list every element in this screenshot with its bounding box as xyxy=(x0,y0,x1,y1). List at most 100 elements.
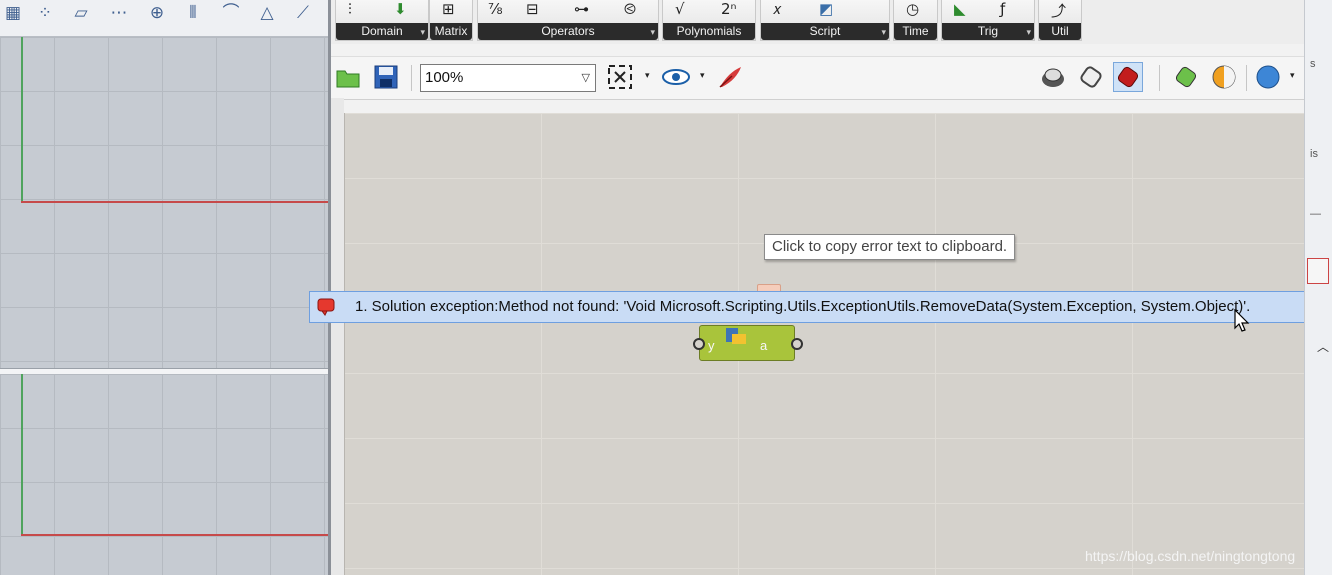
function-icon: ƒ xyxy=(1000,0,1006,18)
curve-icon[interactable]: ⌒ xyxy=(220,2,242,24)
tab-group-matrix[interactable]: ⊞ Matrix xyxy=(429,0,473,41)
plane-icon[interactable]: ⏥ xyxy=(70,2,92,24)
panel-text-fragment: s xyxy=(1310,58,1316,70)
curve-util-icon: ⤴ xyxy=(1051,2,1067,20)
copy-error-tooltip: Click to copy error text to clipboard. xyxy=(764,234,1016,260)
grid-icon[interactable]: ▦ xyxy=(2,2,24,24)
preview-mode-shaded-button[interactable] xyxy=(1076,62,1106,92)
clock-icon: ◷ xyxy=(906,0,920,18)
floppy-disk-icon xyxy=(374,65,398,89)
tab-group-util[interactable]: ⤴ Util xyxy=(1038,0,1082,41)
point-cloud-icon[interactable]: ⁘ xyxy=(34,2,56,24)
mouse-cursor-icon xyxy=(1234,309,1250,332)
divide-icon: ⅞ xyxy=(488,0,503,18)
python-icon: ◩ xyxy=(819,0,834,18)
grasshopper-canvas[interactable]: y a xyxy=(344,113,1305,575)
gate-icon: ⊶ xyxy=(574,0,589,18)
python-script-component[interactable]: y a xyxy=(693,325,803,361)
preview-mode-selected-button[interactable] xyxy=(1113,62,1143,92)
input-grip[interactable] xyxy=(693,338,705,350)
tab-group-label: Polynomials xyxy=(663,23,755,40)
gumball-icon[interactable]: ⊕ xyxy=(146,2,168,24)
blend-icon[interactable]: ⟋ xyxy=(292,2,314,24)
document-preview-button[interactable] xyxy=(1209,62,1239,92)
wireframe-preview-icon xyxy=(1042,68,1064,87)
red-solid-icon xyxy=(1117,66,1139,88)
open-file-button[interactable] xyxy=(333,62,363,92)
preview-button[interactable] xyxy=(661,62,691,92)
component-tab-bar: ⫶ ⬇ Domain ▾ ⊞ Matrix ⅞ ⊟ ⊶ ⧀ Operators … xyxy=(331,0,1304,44)
feather-pen-icon xyxy=(719,67,741,88)
runtime-error-balloon[interactable]: 1. Solution exception:Method not found: … xyxy=(309,291,1332,323)
dropdown-caret-icon[interactable]: ▾ xyxy=(700,70,705,81)
tab-group-label: Util xyxy=(1039,23,1081,40)
error-balloon-icon xyxy=(317,298,335,316)
tab-group-label: Time xyxy=(894,23,937,40)
preview-mode-wire-button[interactable] xyxy=(1038,62,1068,92)
panel-text-fragment: — xyxy=(1310,208,1321,220)
triangle-icon: ◣ xyxy=(954,0,966,18)
canvas-frame xyxy=(331,98,344,575)
expand-icon[interactable]: ▾ xyxy=(650,27,655,38)
power-icon: 2ⁿ xyxy=(721,0,737,18)
watermark-text: https://blog.csdn.net/ningtongtong xyxy=(1085,548,1296,564)
tab-group-trig[interactable]: ◣ ƒ Trig ▾ xyxy=(941,0,1035,41)
preview-mesh-button[interactable] xyxy=(1171,62,1201,92)
expand-icon[interactable]: ▾ xyxy=(420,27,425,38)
cone-icon[interactable]: △ xyxy=(256,2,278,24)
zoom-value: 100% xyxy=(425,69,464,86)
array-icon[interactable]: ⋯ xyxy=(108,2,130,24)
folder-icon xyxy=(336,70,360,88)
error-message[interactable]: 1. Solution exception:Method not found: … xyxy=(355,292,1250,322)
tab-group-label: Domain xyxy=(336,23,428,40)
x-axis-line xyxy=(21,534,328,536)
rhino-viewport-top[interactable] xyxy=(0,37,328,369)
blue-sphere-icon xyxy=(1256,65,1280,89)
sketch-button[interactable] xyxy=(715,62,745,92)
eye-icon xyxy=(662,69,690,85)
shaded-preview-icon xyxy=(1080,66,1102,88)
tab-group-label: Script xyxy=(761,23,889,40)
zoom-extents-button[interactable] xyxy=(605,62,635,92)
rhino-viewport-bottom[interactable] xyxy=(0,374,328,575)
dropdown-caret-icon[interactable]: ▾ xyxy=(1290,70,1295,81)
zoom-extents-icon xyxy=(608,65,632,89)
expand-icon[interactable]: ▾ xyxy=(1026,27,1031,38)
expression-icon: 𝑥 xyxy=(773,0,782,18)
shape-preview-button[interactable] xyxy=(1253,62,1283,92)
toolbar-separator xyxy=(411,65,412,91)
matrix-icon: ⊞ xyxy=(442,0,455,18)
output-param-label: a xyxy=(760,338,768,353)
tab-group-polynomials[interactable]: √ 2ⁿ Polynomials xyxy=(662,0,756,41)
scroll-up-icon[interactable]: ︿ xyxy=(1317,338,1329,355)
panel-text-fragment: is xyxy=(1310,148,1318,160)
toolbar-separator xyxy=(1159,65,1160,91)
green-mesh-icon xyxy=(1175,66,1197,88)
tab-group-time[interactable]: ◷ Time xyxy=(893,0,938,41)
rhino-side-panel: s is — ︿ xyxy=(1304,0,1332,575)
zoom-select[interactable]: 100% ▽ xyxy=(420,64,596,92)
expand-icon[interactable]: ▾ xyxy=(881,27,886,38)
y-axis-line xyxy=(21,374,23,535)
save-file-button[interactable] xyxy=(371,62,401,92)
rhino-toolbar: ▦ ⁘ ⏥ ⋯ ⊕ ⫴ ⌒ △ ⟋ xyxy=(0,0,330,37)
tab-group-operators[interactable]: ⅞ ⊟ ⊶ ⧀ Operators ▾ xyxy=(477,0,659,41)
tab-group-label: Trig xyxy=(942,23,1034,40)
tab-group-label: Matrix xyxy=(430,23,472,40)
toolbar-separator xyxy=(1246,65,1247,91)
tab-group-label: Operators xyxy=(478,23,658,40)
half-sphere-icon xyxy=(1212,65,1236,89)
grasshopper-window: ⫶ ⬇ Domain ▾ ⊞ Matrix ⅞ ⊟ ⊶ ⧀ Operators … xyxy=(331,0,1305,575)
square-root-icon: √ xyxy=(675,0,685,18)
python-icon xyxy=(726,328,746,344)
download-icon: ⬇ xyxy=(394,0,407,18)
tab-group-domain[interactable]: ⫶ ⬇ Domain ▾ xyxy=(335,0,429,41)
section-icon[interactable]: ⫴ xyxy=(182,2,204,24)
output-grip[interactable] xyxy=(791,338,803,350)
chevron-down-icon: ▽ xyxy=(581,72,590,84)
x-axis-line xyxy=(21,201,328,203)
tab-group-script[interactable]: 𝑥 ◩ Script ▾ xyxy=(760,0,890,41)
dropdown-caret-icon[interactable]: ▾ xyxy=(645,70,650,81)
panel-swatch[interactable] xyxy=(1307,258,1329,284)
input-param-label: y xyxy=(708,338,715,353)
